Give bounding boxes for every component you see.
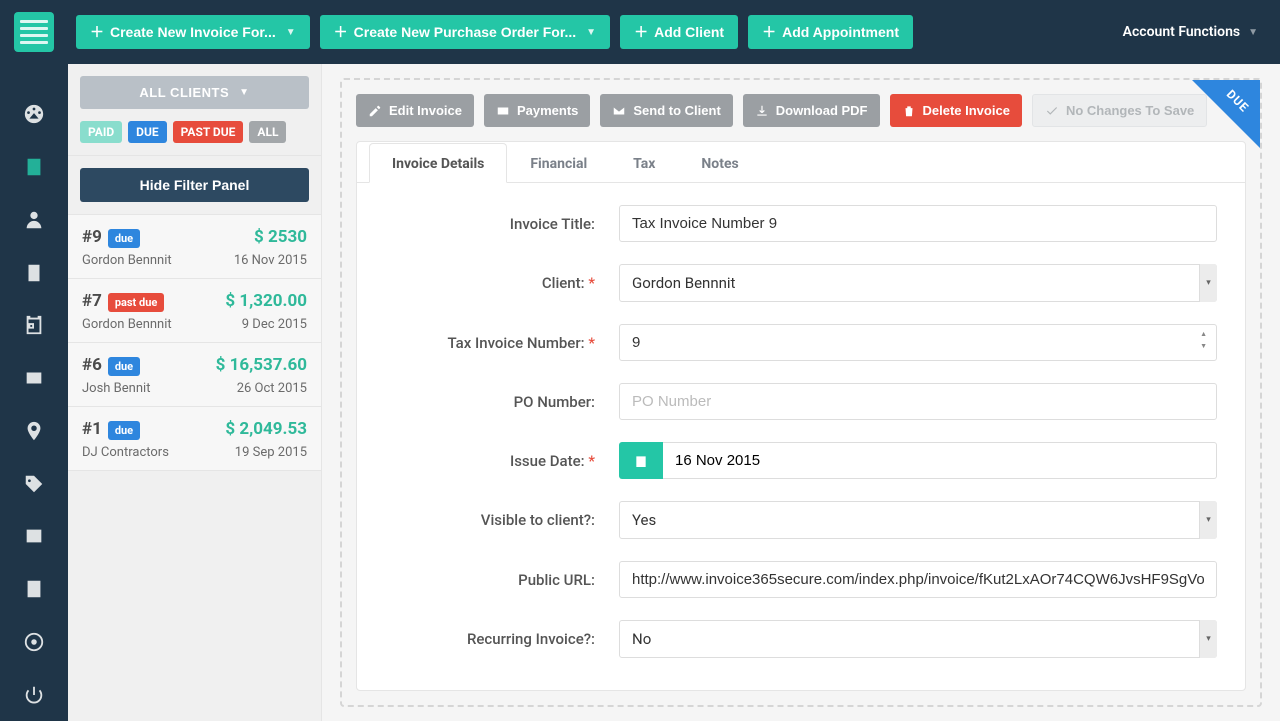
send-client-button[interactable]: Send to Client [600, 94, 732, 127]
chevron-down-icon: ▾ [1199, 620, 1217, 658]
invoice-amount: $ 1,320.00 [225, 291, 307, 311]
chevron-down-icon: ▾ [1199, 264, 1217, 302]
help-icon[interactable] [0, 616, 68, 669]
invoice-date: 19 Sep 2015 [235, 445, 307, 460]
status-badge: past due [108, 293, 164, 312]
app-logo[interactable] [0, 0, 68, 64]
recurring-select[interactable]: No [619, 620, 1217, 658]
label-recurring: Recurring Invoice?: [385, 630, 595, 648]
po-number-input[interactable] [619, 383, 1217, 420]
invoice-amount: $ 2,049.53 [225, 419, 307, 439]
no-changes-button: No Changes To Save [1032, 94, 1207, 127]
calendar-icon[interactable] [619, 442, 663, 479]
download-pdf-button[interactable]: Download PDF [743, 94, 880, 127]
label-po-number: PO Number: [385, 393, 595, 411]
create-po-button[interactable]: ＋Create New Purchase Order For...▼ [320, 15, 610, 49]
label-public-url: Public URL: [385, 571, 595, 589]
client-select[interactable]: Gordon Bennnit [619, 264, 1217, 302]
status-badge: due [108, 357, 140, 376]
clients-icon[interactable] [0, 194, 68, 247]
create-invoice-button[interactable]: ＋Create New Invoice For...▼ [76, 15, 310, 49]
invoice-list-item[interactable]: #9 due $ 2530 Gordon Bennnit 16 Nov 2015 [68, 215, 321, 279]
label-client: Client: * [385, 274, 595, 292]
add-client-button[interactable]: ＋Add Client [620, 15, 738, 49]
filter-chip-pastdue[interactable]: PAST DUE [173, 121, 244, 143]
due-ribbon: DUE [1192, 80, 1260, 148]
add-appointment-button[interactable]: ＋Add Appointment [748, 15, 913, 49]
label-invoice-title: Invoice Title: [385, 215, 595, 233]
delete-invoice-button[interactable]: Delete Invoice [890, 94, 1022, 127]
tab-notes[interactable]: Notes [678, 143, 761, 183]
invoice-title-input[interactable] [619, 205, 1217, 242]
status-badge: due [108, 421, 140, 440]
invoice-list-item[interactable]: #7 past due $ 1,320.00 Gordon Bennnit 9 D… [68, 279, 321, 343]
account-functions-menu[interactable]: Account Functions▼ [1113, 18, 1268, 46]
calendar-icon[interactable] [0, 299, 68, 352]
invoice-client: Gordon Bennnit [82, 253, 172, 268]
number-stepper-icon[interactable]: ▲▼ [1200, 330, 1207, 350]
invoice-id: #1 [82, 419, 102, 439]
filter-chip-paid[interactable]: PAID [80, 121, 122, 143]
invoice-id: #6 [82, 355, 102, 375]
wallet-icon[interactable] [0, 352, 68, 405]
tab-financial[interactable]: Financial [507, 143, 610, 183]
issue-date-input[interactable] [663, 442, 1217, 479]
tab-invoice-details[interactable]: Invoice Details [369, 143, 507, 183]
edit-invoice-button[interactable]: Edit Invoice [356, 94, 474, 127]
visible-client-select[interactable]: Yes [619, 501, 1217, 539]
invoice-amount: $ 16,537.60 [216, 355, 307, 375]
invoice-date: 26 Oct 2015 [237, 381, 307, 396]
image-icon[interactable] [0, 510, 68, 563]
invoice-amount: $ 2530 [254, 227, 307, 247]
document-icon[interactable] [0, 246, 68, 299]
invoice-id: #7 [82, 291, 102, 311]
label-issue-date: Issue Date: * [385, 452, 595, 470]
status-badge: due [108, 229, 140, 248]
filter-chip-all[interactable]: ALL [249, 121, 286, 143]
hide-filter-button[interactable]: Hide Filter Panel [80, 168, 309, 202]
invoice-number-input[interactable] [619, 324, 1217, 361]
invoice-id: #9 [82, 227, 102, 247]
tag-icon[interactable] [0, 457, 68, 510]
payments-button[interactable]: Payments [484, 94, 590, 127]
invoice-date: 9 Dec 2015 [242, 317, 307, 332]
chevron-down-icon: ▾ [1199, 501, 1217, 539]
all-clients-dropdown[interactable]: ALL CLIENTS▼ [80, 76, 309, 109]
invoice-list-item[interactable]: #6 due $ 16,537.60 Josh Bennit 26 Oct 201… [68, 343, 321, 407]
invoice-client: Gordon Bennnit [82, 317, 172, 332]
tab-tax[interactable]: Tax [610, 143, 678, 183]
label-visible-client: Visible to client?: [385, 511, 595, 529]
calculator-icon[interactable] [0, 563, 68, 616]
invoice-client: Josh Bennit [82, 381, 150, 396]
dashboard-icon[interactable] [0, 88, 68, 141]
power-icon[interactable] [0, 668, 68, 721]
nav-rail [0, 64, 68, 721]
invoices-icon[interactable] [0, 141, 68, 194]
invoice-list-item[interactable]: #1 due $ 2,049.53 DJ Contractors 19 Sep 2… [68, 407, 321, 471]
public-url-input[interactable] [619, 561, 1217, 598]
filter-chip-due[interactable]: DUE [128, 121, 166, 143]
label-invoice-number: Tax Invoice Number: * [385, 334, 595, 352]
invoice-client: DJ Contractors [82, 445, 169, 460]
location-icon[interactable] [0, 405, 68, 458]
invoice-date: 16 Nov 2015 [234, 253, 307, 268]
